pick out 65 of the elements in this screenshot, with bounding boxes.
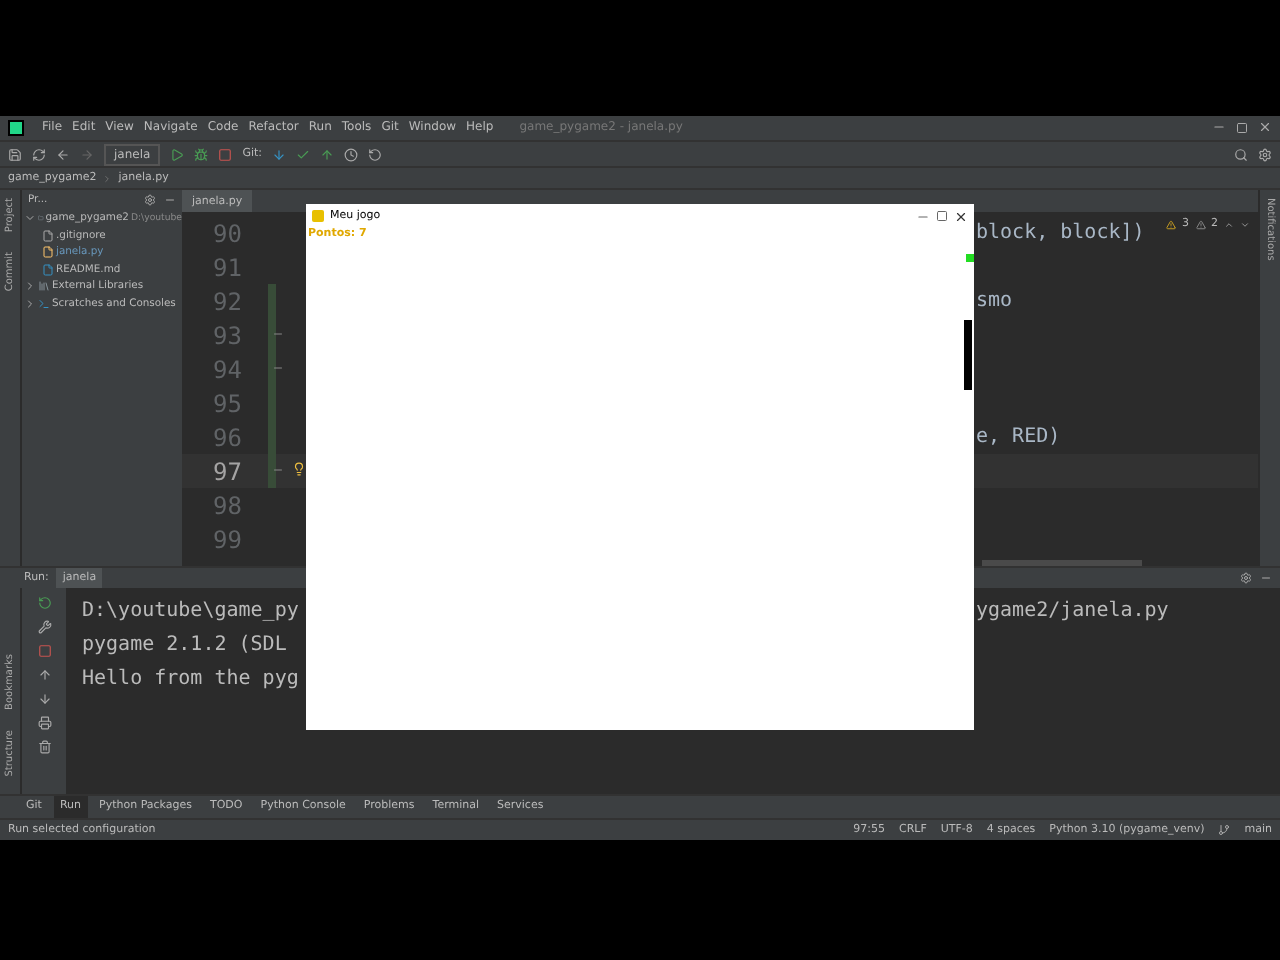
fold-icon[interactable] <box>272 464 284 477</box>
search-icon[interactable] <box>1234 147 1248 162</box>
console-line: pygame 2.1.2 (SDL <box>82 634 289 657</box>
maximize-icon[interactable] <box>1236 121 1248 134</box>
branch-icon[interactable] <box>1218 824 1231 837</box>
line-number: 92 <box>211 287 242 316</box>
line-number: 90 <box>211 219 242 248</box>
game-logo-icon <box>312 210 324 222</box>
forward-icon[interactable] <box>80 147 94 162</box>
line-number: 93 <box>211 321 242 350</box>
library-icon[interactable] <box>38 280 50 293</box>
console-line: Hello from the pyg <box>82 668 301 691</box>
line-number: 91 <box>211 253 242 282</box>
git-push-icon[interactable] <box>320 147 334 162</box>
paddle-bar <box>964 320 972 390</box>
code-line: e, RED) <box>976 426 1061 449</box>
stop-icon[interactable] <box>218 147 233 162</box>
rollback-icon[interactable] <box>368 147 382 162</box>
rerun-icon[interactable] <box>37 596 51 611</box>
settings-icon[interactable] <box>1258 147 1272 162</box>
line-number: 96 <box>211 423 242 452</box>
chevron-icon[interactable] <box>24 212 36 225</box>
down-icon[interactable] <box>37 692 51 707</box>
minimize-icon[interactable] <box>1260 572 1272 585</box>
fold-icon[interactable] <box>272 362 284 375</box>
food-block <box>966 254 974 262</box>
line-number: 99 <box>211 525 242 554</box>
maximize-icon[interactable] <box>936 210 948 222</box>
trash-icon[interactable] <box>37 740 51 755</box>
file-icon[interactable] <box>42 229 54 242</box>
terminal-icon[interactable] <box>38 297 50 310</box>
bulb-icon[interactable] <box>292 462 306 477</box>
sync-icon[interactable] <box>32 147 46 162</box>
file-icon[interactable] <box>42 263 54 276</box>
line-number: 94 <box>211 355 242 384</box>
stop-icon[interactable] <box>37 644 51 659</box>
wrench-icon[interactable] <box>37 620 51 635</box>
print-icon[interactable] <box>37 716 51 731</box>
run-icon[interactable] <box>170 147 185 162</box>
console-line: D:\youtube\game_py <box>82 600 301 623</box>
line-number: 98 <box>211 491 242 520</box>
chevron-icon[interactable] <box>24 280 36 293</box>
git-commit-icon[interactable] <box>296 147 310 162</box>
git-update-icon[interactable] <box>272 147 286 162</box>
back-icon[interactable] <box>56 147 70 162</box>
code-line: smo <box>976 290 1013 313</box>
settings-icon[interactable] <box>1240 572 1252 585</box>
file-icon[interactable] <box>42 246 54 259</box>
line-number: 97 <box>211 457 242 486</box>
code-line: block, block]) <box>976 222 1145 245</box>
up-icon[interactable] <box>37 668 51 683</box>
history-icon[interactable] <box>344 147 358 162</box>
chevron-icon[interactable] <box>24 297 36 310</box>
app-logo-icon <box>8 119 24 136</box>
save-icon[interactable] <box>8 147 22 162</box>
minimize-icon[interactable] <box>164 194 176 207</box>
debug-icon[interactable] <box>194 147 209 162</box>
warning-icon <box>1166 219 1176 230</box>
chevron-icon <box>102 173 113 184</box>
console-line: ygame2/janela.py <box>976 600 1169 623</box>
close-icon[interactable] <box>954 209 968 223</box>
settings-icon[interactable] <box>144 194 156 207</box>
line-number: 95 <box>211 389 242 418</box>
warning-icon <box>1195 219 1205 230</box>
fold-icon[interactable] <box>272 328 284 341</box>
